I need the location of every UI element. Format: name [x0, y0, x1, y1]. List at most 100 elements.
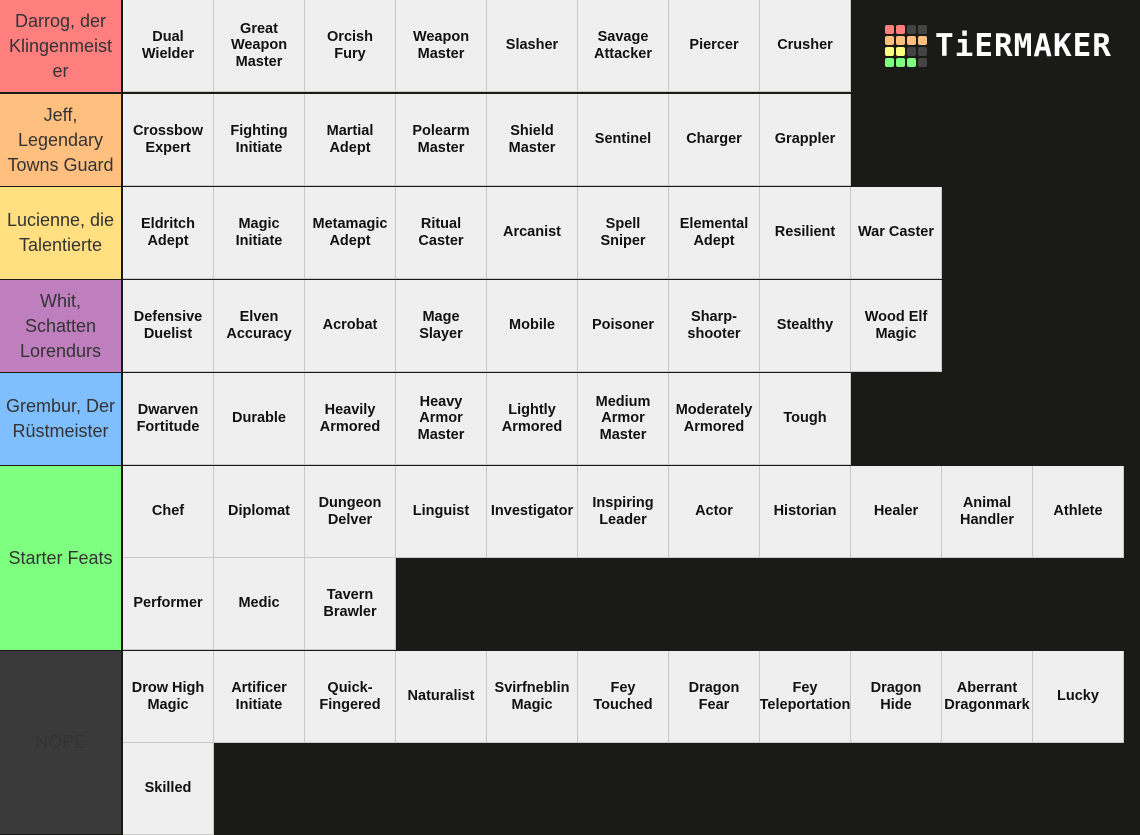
tier-item[interactable]: Fey Teleportation: [760, 651, 851, 743]
tier-item[interactable]: Drow High Magic: [123, 651, 214, 743]
logo-square: [918, 58, 927, 67]
tier-item[interactable]: Crusher: [760, 0, 851, 92]
tier-item[interactable]: Heavily Armored: [305, 373, 396, 465]
tier-item[interactable]: Performer: [123, 558, 214, 650]
tier-item[interactable]: Mage Slayer: [396, 280, 487, 372]
tier-item[interactable]: Poisoner: [578, 280, 669, 372]
tier-item[interactable]: Savage Attacker: [578, 0, 669, 92]
tier-item[interactable]: Weapon Master: [396, 0, 487, 92]
tier-row: Starter Feats Chef Diplomat Dungeon Delver…: [0, 466, 1140, 650]
tier-item[interactable]: Metamagic Adept: [305, 187, 396, 279]
tier-item[interactable]: Great Weapon Master: [214, 0, 305, 92]
tier-item[interactable]: Linguist: [396, 466, 487, 558]
tier-item[interactable]: Tavern Brawler: [305, 558, 396, 650]
tier-item[interactable]: Shield Master: [487, 94, 578, 186]
tier-item[interactable]: Wood Elf Magic: [851, 280, 942, 372]
tier-item[interactable]: Lucky: [1033, 651, 1124, 743]
logo-square: [918, 25, 927, 34]
tier-item[interactable]: Fighting Initiate: [214, 94, 305, 186]
tier-label[interactable]: Starter Feats: [0, 466, 123, 650]
tier-item[interactable]: Skilled: [123, 743, 214, 835]
tier-items: Eldritch Adept Magic Initiate Metamagic Ad…: [123, 187, 1140, 279]
tier-item[interactable]: Crossbow Expert: [123, 94, 214, 186]
tier-item[interactable]: Orcish Fury: [305, 0, 396, 92]
tier-item[interactable]: Resilient: [760, 187, 851, 279]
tier-item[interactable]: Eldritch Adept: [123, 187, 214, 279]
tier-item[interactable]: Elven Accuracy: [214, 280, 305, 372]
tier-item[interactable]: War Caster: [851, 187, 942, 279]
tier-item[interactable]: Medic: [214, 558, 305, 650]
tier-item[interactable]: Acrobat: [305, 280, 396, 372]
tier-items: Crossbow Expert Fighting Initiate Martial …: [123, 94, 1140, 186]
tier-items: Dwarven Fortitude Durable Heavily Armored H…: [123, 373, 1140, 465]
tier-item[interactable]: Piercer: [669, 0, 760, 92]
tier-item[interactable]: Historian: [760, 466, 851, 558]
tier-row: Whit, Schatten Lorendurs Defensive Dueli…: [0, 280, 1140, 372]
tier-item[interactable]: Svirfneblin Magic: [487, 651, 578, 743]
logo-text: TiERMAKER: [935, 28, 1112, 64]
tier-item[interactable]: Dual Wielder: [123, 0, 214, 92]
tier-item[interactable]: Stealthy: [760, 280, 851, 372]
logo-square: [907, 36, 916, 45]
tier-row: Jeff, Legendary Towns Guard Crossbow Exp…: [0, 94, 1140, 186]
tier-item[interactable]: Magic Initiate: [214, 187, 305, 279]
tier-item[interactable]: Spell Sniper: [578, 187, 669, 279]
tier-item[interactable]: Martial Adept: [305, 94, 396, 186]
tier-item[interactable]: Dragon Hide: [851, 651, 942, 743]
logo-square: [896, 58, 905, 67]
tier-item[interactable]: Athlete: [1033, 466, 1124, 558]
tier-item[interactable]: Fey Touched: [578, 651, 669, 743]
tier-item[interactable]: Tough: [760, 373, 851, 465]
logo-grid-icon: [885, 25, 927, 67]
tier-item[interactable]: Charger: [669, 94, 760, 186]
logo-square: [896, 36, 905, 45]
tier-label[interactable]: Lucienne, die Talentierte: [0, 187, 123, 279]
tier-item[interactable]: Ritual Caster: [396, 187, 487, 279]
logo-square: [896, 25, 905, 34]
logo-square: [907, 47, 916, 56]
tier-item[interactable]: Grappler: [760, 94, 851, 186]
tier-label[interactable]: Whit, Schatten Lorendurs: [0, 280, 123, 372]
tier-item[interactable]: Slasher: [487, 0, 578, 92]
tier-item[interactable]: Naturalist: [396, 651, 487, 743]
tier-item[interactable]: Artificer Initiate: [214, 651, 305, 743]
tier-label[interactable]: Jeff, Legendary Towns Guard: [0, 94, 123, 186]
tier-item[interactable]: Chef: [123, 466, 214, 558]
tier-item[interactable]: Investigator: [487, 466, 578, 558]
tier-label[interactable]: Grembur, Der Rüstmeister: [0, 373, 123, 465]
tier-item[interactable]: Defensive Duelist: [123, 280, 214, 372]
tier-item[interactable]: Aberrant Dragonmark: [942, 651, 1033, 743]
tier-row: Lucienne, die Talentierte Eldritch Adept…: [0, 187, 1140, 279]
tier-item[interactable]: Durable: [214, 373, 305, 465]
tier-label[interactable]: NOPE: [0, 651, 123, 834]
tier-item[interactable]: Mobile: [487, 280, 578, 372]
tier-item[interactable]: Quick- Fingered: [305, 651, 396, 743]
tier-item[interactable]: Dragon Fear: [669, 651, 760, 743]
tier-item[interactable]: Heavy Armor Master: [396, 373, 487, 465]
logo-square: [885, 36, 894, 45]
logo-square: [918, 36, 927, 45]
tier-item[interactable]: Arcanist: [487, 187, 578, 279]
tier-item[interactable]: Dwarven Fortitude: [123, 373, 214, 465]
tier-row: NOPE Drow High Magic Artificer Initiate Qu…: [0, 651, 1140, 835]
tier-items: Defensive Duelist Elven Accuracy Acrobat Ma…: [123, 280, 1140, 372]
tier-label[interactable]: Darrog, der Klingenmeist er: [0, 0, 123, 92]
tier-item[interactable]: Elemental Adept: [669, 187, 760, 279]
tier-item[interactable]: Healer: [851, 466, 942, 558]
tier-item[interactable]: Lightly Armored: [487, 373, 578, 465]
logo-square: [896, 47, 905, 56]
tier-item[interactable]: Sharp- shooter: [669, 280, 760, 372]
tier-item[interactable]: Sentinel: [578, 94, 669, 186]
tier-item[interactable]: Actor: [669, 466, 760, 558]
tier-item[interactable]: Diplomat: [214, 466, 305, 558]
tier-list-board: Darrog, der Klingenmeist er Dual Wielder…: [0, 0, 1140, 835]
tier-item[interactable]: Animal Handler: [942, 466, 1033, 558]
tier-item[interactable]: Inspiring Leader: [578, 466, 669, 558]
logo-square: [885, 58, 894, 67]
tier-item[interactable]: Medium Armor Master: [578, 373, 669, 465]
tier-item[interactable]: Moderately Armored: [669, 373, 760, 465]
tier-items: Drow High Magic Artificer Initiate Quick- …: [123, 651, 1140, 835]
tier-item[interactable]: Dungeon Delver: [305, 466, 396, 558]
tier-item[interactable]: Polearm Master: [396, 94, 487, 186]
tiermaker-logo[interactable]: TiERMAKER: [856, 0, 1140, 92]
